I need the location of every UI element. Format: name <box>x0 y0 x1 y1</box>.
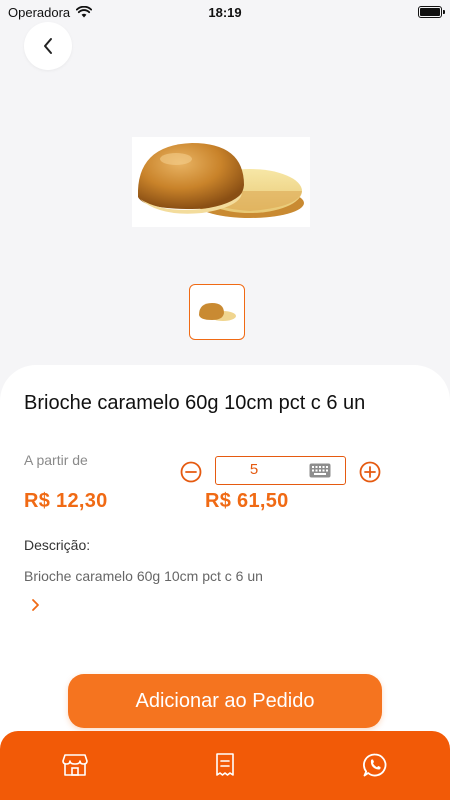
nav-whatsapp[interactable] <box>361 751 389 779</box>
price-from-label: A partir de <box>24 452 88 468</box>
status-bar: Operadora 18:19 <box>0 0 450 24</box>
bottom-nav <box>0 731 450 800</box>
chevron-left-icon <box>44 38 52 54</box>
quantity-value: 5 <box>249 461 259 478</box>
unit-price: R$ 12,30 <box>24 490 108 512</box>
store-icon <box>62 754 88 776</box>
carrier-label: Operadora <box>8 4 71 20</box>
add-to-order-button[interactable]: Adicionar ao Pedido <box>68 674 382 728</box>
image-thumbnail[interactable] <box>189 284 245 340</box>
nav-orders[interactable] <box>211 751 239 779</box>
quantity-input[interactable]: 5 <box>215 456 346 485</box>
back-button[interactable] <box>24 22 72 70</box>
product-title: Brioche caramelo 60g 10cm pct c 6 un <box>24 392 366 414</box>
keyboard-icon[interactable] <box>309 463 331 478</box>
battery-icon <box>418 6 445 18</box>
description-text: Brioche caramelo 60g 10cm pct c 6 un <box>24 568 263 584</box>
wifi-icon <box>76 6 93 18</box>
product-image <box>132 137 310 227</box>
decrease-quantity-button[interactable] <box>180 461 202 483</box>
receipt-icon <box>216 753 234 776</box>
chevron-right-icon[interactable] <box>28 596 44 614</box>
description-label: Descrição: <box>24 537 91 553</box>
nav-store[interactable] <box>61 751 89 779</box>
whatsapp-icon <box>363 753 387 777</box>
increase-quantity-button[interactable] <box>359 461 381 483</box>
total-price: R$ 61,50 <box>205 490 289 512</box>
